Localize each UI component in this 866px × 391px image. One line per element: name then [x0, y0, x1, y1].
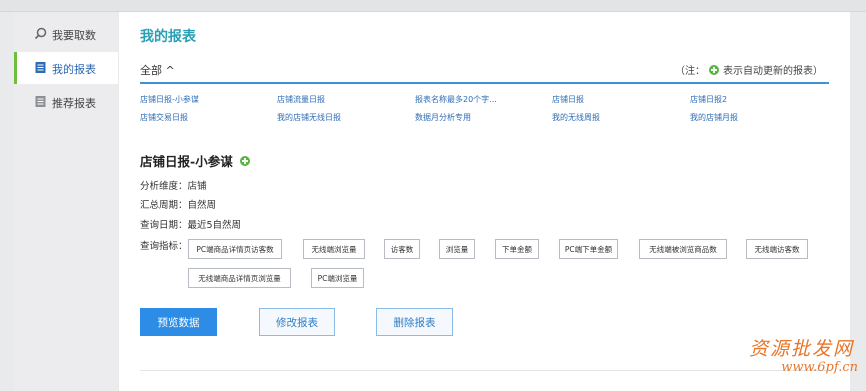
report-detail-title: 店铺日报-小参谋 [140, 151, 254, 170]
analysis-dimension: 分析维度：店铺 [140, 181, 207, 192]
report-detail-title-text: 店铺日报-小参谋 [140, 154, 233, 169]
metric-tag: 无线端被浏览商品数 [639, 239, 727, 259]
metric-tag: PC端下单金额 [559, 239, 618, 259]
report-link[interactable]: 我的无线周报 [552, 112, 600, 123]
metric-tag: 无线端访客数 [746, 239, 808, 259]
sidebar-item-label: 推荐报表 [52, 97, 96, 110]
site-watermark: 资源批发网 www.6pf.cn [745, 334, 860, 382]
sidebar-item-recommended-reports[interactable]: 推荐报表 [14, 86, 118, 118]
report-link[interactable]: 店铺日报-小参谋 [140, 94, 199, 105]
metric-tag: 访客数 [384, 239, 420, 259]
sidebar-item-label: 我要取数 [52, 29, 96, 42]
sidebar: 我要取数 我的报表 推荐报表 [14, 12, 118, 391]
page-title: 我的报表 [140, 29, 196, 45]
watermark-title: 资源批发网 [748, 338, 854, 360]
auto-update-icon [709, 64, 719, 75]
search-icon [34, 27, 47, 40]
report-link[interactable]: 数据月分析专用 [415, 112, 471, 123]
report-list-icon [35, 62, 46, 73]
note-prefix: （注： [675, 66, 705, 77]
sidebar-item-fetch-data[interactable]: 我要取数 [14, 18, 118, 50]
filter-all-toggle[interactable]: 全部 ^ [140, 62, 175, 78]
query-date: 查询日期：最近5自然周 [140, 220, 242, 231]
watermark-url: www.6pf.cn [781, 360, 858, 375]
edit-report-button[interactable]: 修改报表 [259, 308, 335, 336]
auto-update-icon [239, 155, 250, 166]
note-suffix: 表示自动更新的报表） [723, 66, 823, 77]
metric-tag: 无线端浏览量 [303, 239, 365, 259]
report-link[interactable]: 店铺交易日报 [140, 112, 188, 123]
metric-tag: 无线端商品详情页浏览量 [188, 268, 291, 288]
report-recommend-icon [35, 96, 46, 107]
report-link[interactable]: 店铺日报 [552, 94, 584, 105]
delete-report-button[interactable]: 删除报表 [376, 308, 453, 336]
report-link[interactable]: 店铺流量日报 [277, 94, 325, 105]
metric-tag: 浏览量 [439, 239, 475, 259]
section-divider [140, 370, 829, 371]
preview-data-button[interactable]: 预览数据 [140, 308, 217, 336]
metric-tag: 下单金额 [495, 239, 539, 259]
filter-bar: 全部 ^ （注： 表示自动更新的报表） [140, 62, 829, 84]
sidebar-item-label: 我的报表 [52, 63, 96, 76]
main-panel: 我的报表 全部 ^ （注： 表示自动更新的报表） 店铺日报-小参谋 店铺流量日报… [119, 12, 850, 391]
auto-update-note: （注： 表示自动更新的报表） [675, 62, 823, 77]
summary-period: 汇总周期：自然周 [140, 200, 217, 211]
sidebar-item-my-reports[interactable]: 我的报表 [14, 52, 118, 84]
report-link[interactable]: 报表名称最多20个字... [415, 94, 497, 105]
metrics-label: 查询指标： [140, 241, 188, 252]
top-bar [0, 0, 866, 12]
report-link[interactable]: 我的店铺月报 [690, 112, 738, 123]
metric-tag: PC端商品详情页访客数 [188, 239, 282, 259]
report-link[interactable]: 我的店铺无线日报 [277, 112, 341, 123]
metric-tag: PC端浏览量 [311, 268, 364, 288]
report-link[interactable]: 店铺日报2 [690, 94, 727, 105]
